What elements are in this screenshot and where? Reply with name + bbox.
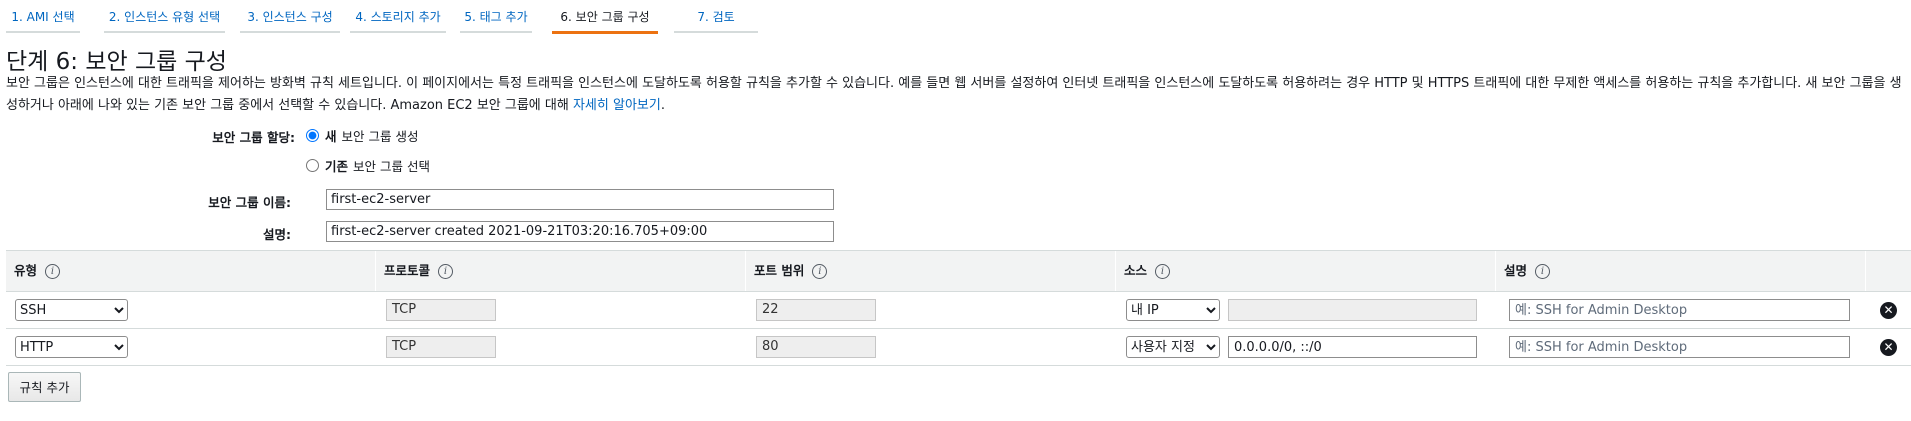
col-port-label: 포트 범위: [754, 263, 805, 278]
rules-table: 유형 i 프로토콜 i 포트 범위 i 소스 i 설명 i SSH TCP 22 내 IP…: [6, 250, 1911, 366]
page-title: 단계 6: 보안 그룹 구성: [6, 49, 227, 75]
radio-existing-group[interactable]: 기존 보안 그룹 선택: [306, 156, 430, 175]
radio-new-label: 보안 그룹 생성: [341, 129, 419, 144]
info-icon[interactable]: i: [1155, 264, 1171, 279]
tab-instance-type[interactable]: 2. 인스턴스 유형 선택: [104, 0, 225, 33]
col-source-label: 소스: [1124, 263, 1148, 278]
col-protocol-header: 프로토콜 i: [376, 251, 746, 291]
delete-rule-icon[interactable]: ✕: [1880, 302, 1897, 319]
info-icon[interactable]: i: [438, 264, 454, 279]
source-select[interactable]: 내 IP: [1126, 299, 1220, 321]
radio-existing-bold: 기존: [325, 159, 349, 174]
type-select[interactable]: HTTP: [15, 336, 128, 358]
radio-new-group[interactable]: 새 보안 그룹 생성: [306, 126, 418, 145]
radio-new-bold: 새: [325, 129, 337, 144]
description-text: 보안 그룹은 인스턴스에 대한 트래픽을 제어하는 방화벽 규칙 세트입니다. …: [6, 76, 1902, 113]
learn-more-link[interactable]: 자세히 알아보기: [573, 98, 661, 113]
assign-label: 보안 그룹 할당:: [212, 130, 295, 145]
group-desc-label: 설명:: [263, 227, 291, 242]
col-protocol-label: 프로토콜: [384, 263, 431, 278]
col-type-label: 유형: [14, 263, 38, 278]
col-description-label: 설명: [1504, 263, 1528, 278]
tab-ami[interactable]: 1. AMI 선택: [6, 0, 80, 33]
description-period: .: [660, 98, 665, 113]
radio-existing-label: 보안 그룹 선택: [353, 159, 430, 174]
col-description-header: 설명 i: [1496, 251, 1866, 291]
rule-description-input[interactable]: [1509, 336, 1850, 358]
tab-security-group[interactable]: 6. 보안 그룹 구성: [552, 0, 658, 34]
tab-tags[interactable]: 5. 태그 추가: [460, 0, 532, 33]
add-rule-button[interactable]: 규칙 추가: [8, 372, 81, 402]
source-select[interactable]: 사용자 지정: [1126, 336, 1220, 358]
info-icon[interactable]: i: [1535, 264, 1551, 279]
info-icon[interactable]: i: [45, 264, 61, 279]
group-desc-input[interactable]: [326, 221, 834, 242]
source-cidr-input[interactable]: [1228, 336, 1477, 358]
source-cidr-field: [1228, 299, 1477, 321]
col-type-header: 유형 i: [6, 251, 376, 291]
col-port-header: 포트 범위 i: [746, 251, 1116, 291]
info-icon[interactable]: i: [812, 264, 828, 279]
delete-rule-icon[interactable]: ✕: [1880, 339, 1897, 356]
radio-new-input[interactable]: [306, 129, 319, 142]
tab-review[interactable]: 7. 검토: [674, 0, 758, 33]
tab-instance-config[interactable]: 3. 인스턴스 구성: [240, 0, 340, 33]
rule-description-input[interactable]: [1509, 299, 1850, 321]
port-range-field: 80: [756, 336, 876, 358]
port-range-field: 22: [756, 299, 876, 321]
group-name-label: 보안 그룹 이름:: [208, 195, 291, 210]
table-row: HTTP TCP 80 사용자 지정 ✕: [6, 329, 1911, 366]
protocol-field: TCP: [386, 299, 496, 321]
type-select[interactable]: SSH: [15, 299, 128, 321]
group-name-input[interactable]: [326, 189, 834, 210]
table-row: SSH TCP 22 내 IP ✕: [6, 292, 1911, 329]
protocol-field: TCP: [386, 336, 496, 358]
page-description: 보안 그룹은 인스턴스에 대한 트래픽을 제어하는 방화벽 규칙 세트입니다. …: [6, 73, 1906, 117]
radio-existing-input[interactable]: [306, 159, 319, 172]
table-header: 유형 i 프로토콜 i 포트 범위 i 소스 i 설명 i: [6, 250, 1911, 292]
col-source-header: 소스 i: [1116, 251, 1496, 291]
tab-storage[interactable]: 4. 스토리지 추가: [350, 0, 446, 33]
